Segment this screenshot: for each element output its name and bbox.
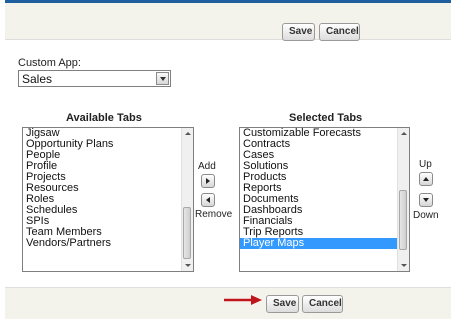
- selected-tabs-items: Customizable Forecasts Contracts Cases Solu…: [240, 128, 397, 249]
- custom-app-value: Sales: [22, 72, 53, 86]
- scroll-up-icon[interactable]: [401, 132, 407, 135]
- scroll-up-icon[interactable]: [185, 132, 191, 135]
- scroll-down-icon[interactable]: [185, 264, 191, 267]
- arrow-down-icon: [423, 198, 429, 202]
- selected-tabs-scroll-thumb[interactable]: [399, 190, 407, 250]
- custom-app-label: Custom App:: [18, 57, 81, 69]
- remove-button[interactable]: [201, 193, 215, 207]
- custom-app-select[interactable]: Sales: [18, 70, 171, 87]
- move-down-button[interactable]: [419, 193, 433, 207]
- available-tabs-item[interactable]: Vendors/Partners: [23, 238, 181, 249]
- arrow-right-icon: [206, 178, 210, 184]
- arrow-up-icon: [423, 177, 429, 181]
- available-tabs-scrollbar[interactable]: [181, 128, 193, 271]
- available-tabs-list[interactable]: Jigsaw Opportunity Plans People Profile Proj…: [22, 127, 194, 272]
- top-cancel-button[interactable]: Cancel: [319, 23, 360, 41]
- arrow-left-icon: [206, 197, 210, 203]
- remove-label: Remove: [195, 209, 233, 220]
- bottom-save-button[interactable]: Save: [266, 295, 299, 313]
- available-tabs-items: Jigsaw Opportunity Plans People Profile Proj…: [23, 128, 181, 249]
- scroll-down-icon[interactable]: [401, 264, 407, 267]
- red-arrow-icon: [224, 295, 262, 305]
- move-up-button[interactable]: [419, 172, 433, 186]
- up-label: Up: [419, 159, 432, 170]
- tab-editor-panel: Save Cancel Custom App: Sales Available …: [5, 0, 451, 319]
- chevron-down-icon[interactable]: [156, 72, 169, 85]
- add-button[interactable]: [201, 174, 215, 188]
- available-tabs-scroll-thumb[interactable]: [183, 207, 191, 259]
- selected-tabs-item[interactable]: Player Maps: [240, 238, 397, 249]
- available-tabs-heading: Available Tabs: [66, 112, 142, 124]
- add-label: Add: [198, 161, 216, 172]
- bottom-cancel-button[interactable]: Cancel: [302, 295, 343, 313]
- top-save-button[interactable]: Save: [282, 23, 315, 41]
- selected-tabs-heading: Selected Tabs: [289, 112, 363, 124]
- selected-tabs-scrollbar[interactable]: [397, 128, 409, 271]
- down-label: Down: [413, 210, 439, 221]
- top-button-bar: Save Cancel: [5, 3, 451, 41]
- selected-tabs-list[interactable]: Customizable Forecasts Contracts Cases Solu…: [239, 127, 410, 272]
